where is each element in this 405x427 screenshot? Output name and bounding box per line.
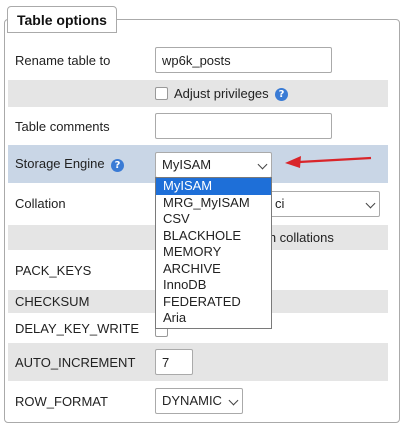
storage-engine-label: Storage Engine (15, 156, 105, 171)
adjust-privileges-checkbox[interactable] (155, 87, 168, 100)
engine-option[interactable]: MRG_MyISAM (156, 195, 271, 212)
rename-input[interactable] (155, 47, 332, 73)
row-format-value: DYNAMIC (162, 393, 222, 408)
comments-label: Table comments (15, 119, 110, 134)
rename-label: Rename table to (15, 53, 111, 68)
chevron-down-icon (365, 198, 376, 209)
auto-increment-row: AUTO_INCREMENT (8, 343, 388, 381)
collation-select[interactable]: ci (262, 191, 380, 217)
engine-option[interactable]: InnoDB (156, 277, 271, 294)
pack-keys-label: PACK_KEYS (15, 263, 92, 278)
auto-increment-input[interactable] (155, 349, 193, 375)
storage-engine-select[interactable]: MyISAM (155, 152, 272, 178)
engine-option[interactable]: ARCHIVE (156, 261, 271, 278)
table-options-legend: Table options (7, 6, 117, 33)
storage-engine-dropdown: MyISAM MRG_MyISAM CSV BLACKHOLE MEMORY A… (155, 177, 272, 329)
auto-increment-label: AUTO_INCREMENT (15, 355, 136, 370)
row-format-select[interactable]: DYNAMIC (155, 388, 243, 414)
chevron-down-icon (228, 395, 239, 406)
comments-input[interactable] (155, 113, 332, 139)
engine-option[interactable]: BLACKHOLE (156, 228, 271, 245)
delay-key-write-label: DELAY_KEY_WRITE (15, 321, 140, 336)
adjust-privileges-label: Adjust privileges (174, 86, 269, 101)
checksum-label: CHECKSUM (15, 294, 90, 309)
red-arrow-annotation (285, 156, 372, 168)
help-icon[interactable]: ? (111, 159, 124, 172)
engine-option[interactable]: CSV (156, 211, 271, 228)
collation-label: Collation (15, 196, 66, 211)
engine-option[interactable]: FEDERATED (156, 294, 271, 311)
help-icon[interactable]: ? (275, 88, 288, 101)
chevron-down-icon (257, 159, 268, 170)
row-format-label: ROW_FORMAT (15, 394, 108, 409)
engine-option[interactable]: MEMORY (156, 244, 271, 261)
engine-option[interactable]: Aria (156, 310, 271, 327)
engine-option[interactable]: MyISAM (156, 178, 271, 195)
collation-value: ci (275, 196, 285, 211)
storage-engine-value: MyISAM (162, 157, 212, 172)
